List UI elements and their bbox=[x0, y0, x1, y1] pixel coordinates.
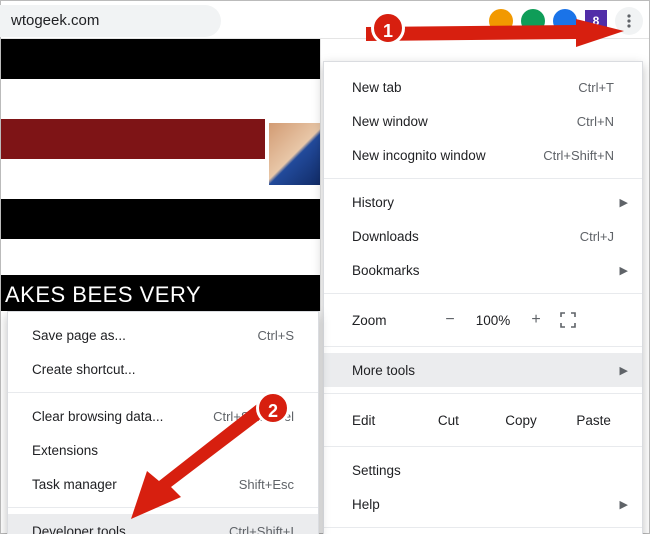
submenu-developer-tools[interactable]: Developer tools Ctrl+Shift+I bbox=[8, 514, 318, 534]
zoom-label: Zoom bbox=[352, 313, 432, 328]
page-content: AKES BEES VERY AGITATED? bbox=[1, 39, 321, 311]
submenu-item-shortcut: Ctrl+Shift+I bbox=[229, 524, 294, 534]
edit-cut-button[interactable]: Cut bbox=[412, 413, 485, 428]
extension-badge-icon[interactable]: 8 bbox=[585, 10, 607, 32]
submenu-item-label: Task manager bbox=[32, 477, 239, 492]
menu-separator bbox=[324, 527, 642, 528]
submenu-item-label: Extensions bbox=[32, 443, 294, 458]
toolbar: wtogeek.com 8 bbox=[1, 1, 649, 39]
menu-downloads[interactable]: Downloads Ctrl+J bbox=[324, 219, 642, 253]
menu-separator bbox=[324, 293, 642, 294]
kebab-icon bbox=[621, 13, 637, 29]
submenu-arrow-icon: ▶ bbox=[620, 196, 628, 209]
menu-more-tools[interactable]: More tools ▶ bbox=[324, 353, 642, 387]
article-photo bbox=[265, 119, 320, 189]
menu-item-label: Bookmarks bbox=[352, 263, 614, 278]
menu-item-label: More tools bbox=[352, 363, 614, 378]
menu-item-label: New incognito window bbox=[352, 148, 543, 163]
menu-settings[interactable]: Settings bbox=[324, 453, 642, 487]
menu-separator bbox=[324, 446, 642, 447]
submenu-item-label: Developer tools bbox=[32, 524, 229, 534]
menu-new-incognito[interactable]: New incognito window Ctrl+Shift+N bbox=[324, 138, 642, 172]
zoom-percent: 100% bbox=[468, 313, 518, 328]
menu-new-tab[interactable]: New tab Ctrl+T bbox=[324, 70, 642, 104]
menu-item-shortcut: Ctrl+Shift+N bbox=[543, 148, 614, 163]
address-bar[interactable]: wtogeek.com bbox=[0, 5, 221, 37]
edit-label: Edit bbox=[352, 413, 412, 428]
submenu-save-page[interactable]: Save page as... Ctrl+S bbox=[8, 318, 318, 352]
menu-item-shortcut: Ctrl+T bbox=[578, 80, 614, 95]
menu-item-label: Downloads bbox=[352, 229, 580, 244]
menu-item-label: History bbox=[352, 195, 614, 210]
submenu-item-label: Save page as... bbox=[32, 328, 258, 343]
submenu-item-shortcut: Shift+Esc bbox=[239, 477, 294, 492]
menu-item-shortcut: Ctrl+J bbox=[580, 229, 614, 244]
submenu-task-manager[interactable]: Task manager Shift+Esc bbox=[8, 467, 318, 501]
page-stripe bbox=[1, 79, 320, 119]
menu-item-label: New tab bbox=[352, 80, 578, 95]
submenu-item-label: Create shortcut... bbox=[32, 362, 294, 377]
menu-item-label: Settings bbox=[352, 463, 614, 478]
submenu-item-label: Clear browsing data... bbox=[32, 409, 213, 424]
customize-chrome-button[interactable] bbox=[615, 7, 643, 35]
submenu-item-shortcut: Ctrl+S bbox=[258, 328, 294, 343]
submenu-arrow-icon: ▶ bbox=[620, 364, 628, 377]
annotation-step-1: 1 bbox=[371, 11, 405, 45]
screenshot-frame: wtogeek.com 8 AKES BEES VERY AGITATED? N… bbox=[0, 0, 650, 534]
edit-paste-button[interactable]: Paste bbox=[557, 413, 630, 428]
menu-separator bbox=[324, 393, 642, 394]
extension-icon[interactable] bbox=[521, 9, 545, 33]
menu-history[interactable]: History ▶ bbox=[324, 185, 642, 219]
submenu-arrow-icon: ▶ bbox=[620, 498, 628, 511]
menu-edit-row: Edit Cut Copy Paste bbox=[324, 400, 642, 440]
submenu-extensions[interactable]: Extensions bbox=[8, 433, 318, 467]
zoom-out-button[interactable]: − bbox=[432, 311, 468, 329]
extension-icons: 8 bbox=[489, 7, 643, 35]
fullscreen-button[interactable] bbox=[554, 306, 582, 334]
menu-item-label: Help bbox=[352, 497, 614, 512]
page-stripe bbox=[1, 199, 320, 239]
article-headline: AKES BEES VERY AGITATED? bbox=[1, 275, 320, 311]
extension-icon[interactable] bbox=[489, 9, 513, 33]
page-stripe bbox=[1, 239, 320, 279]
chrome-main-menu: New tab Ctrl+T New window Ctrl+N New inc… bbox=[323, 61, 643, 534]
menu-new-window[interactable]: New window Ctrl+N bbox=[324, 104, 642, 138]
extension-icon[interactable] bbox=[553, 9, 577, 33]
menu-bookmarks[interactable]: Bookmarks ▶ bbox=[324, 253, 642, 287]
submenu-create-shortcut[interactable]: Create shortcut... bbox=[8, 352, 318, 386]
annotation-step-2: 2 bbox=[256, 391, 290, 425]
menu-item-label: New window bbox=[352, 114, 577, 129]
menu-separator bbox=[324, 346, 642, 347]
menu-separator bbox=[324, 178, 642, 179]
zoom-in-button[interactable]: + bbox=[518, 311, 554, 329]
menu-help[interactable]: Help ▶ bbox=[324, 487, 642, 521]
menu-zoom-row: Zoom − 100% + bbox=[324, 300, 642, 340]
menu-item-shortcut: Ctrl+N bbox=[577, 114, 614, 129]
page-stripe bbox=[1, 39, 320, 79]
fullscreen-icon bbox=[559, 311, 577, 329]
submenu-separator bbox=[8, 507, 318, 508]
submenu-arrow-icon: ▶ bbox=[620, 264, 628, 277]
edit-copy-button[interactable]: Copy bbox=[485, 413, 558, 428]
